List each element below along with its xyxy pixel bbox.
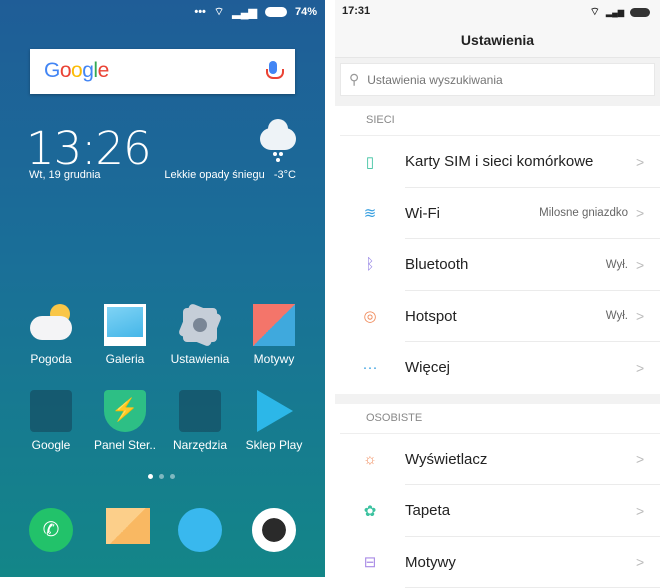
settings-row-more[interactable]: ···Więcej > [335,342,660,394]
sim-icon: ▯ [335,153,405,171]
weather-text[interactable]: Lekkie opady śniegu -3°C [164,169,296,181]
row-label: Karty SIM i sieci komórkowe [405,153,628,170]
settings-screen: 17:31 ⌔▂▄▆ Ustawienia ⚲ SIECI▯Karty SIM … [335,0,660,577]
app-galeria[interactable]: Galeria [85,304,165,366]
chevron-right-icon: > [636,360,660,376]
page-title: Ustawienia [335,25,660,58]
page-indicator [148,474,175,479]
tools-folder-icon [179,390,221,432]
clock-date: Wt, 19 grudnia [29,169,101,181]
row-label: Wyświetlacz [405,451,628,468]
snow-cloud-icon [260,128,296,150]
messages-icon[interactable] [106,508,150,544]
app-ustawienia[interactable]: Ustawienia [160,304,240,366]
signal-icon: ▂▄▆ [606,8,624,17]
clock-time[interactable]: 13:26 [26,122,151,175]
themes-icon: ⊟ [335,553,405,571]
wifi-icon: ⌔ [214,5,224,19]
battery-percent: 74% [295,6,317,18]
security-shield-icon: ⚡ [104,390,146,432]
settings-gear-icon [179,304,221,346]
battery-icon [630,8,650,17]
themes-app-icon [253,304,295,346]
gallery-icon [104,304,146,346]
wifi-icon: ≋ [335,204,405,222]
row-label: Hotspot [405,308,606,325]
status-bar: ••• ⌔ ▂▄▆ 74% [194,5,317,19]
settings-row-hotspot[interactable]: ◎HotspotWył. > [335,291,660,343]
chevron-right-icon: > [636,451,660,467]
chevron-right-icon: > [636,554,660,570]
microphone-icon[interactable] [269,61,277,74]
search-icon: ⚲ [349,71,359,88]
app-pogoda[interactable]: Pogoda [11,304,91,366]
camera-icon[interactable] [252,508,296,552]
google-search-bar[interactable]: Google [30,49,295,94]
section-header: OSOBISTE [340,404,660,434]
settings-search[interactable]: ⚲ [340,63,655,96]
home-screen: ••• ⌔ ▂▄▆ 74% Google 13:26 Wt, 19 grudni… [0,0,325,577]
chevron-right-icon: > [636,205,660,221]
chevron-right-icon: > [636,503,660,519]
chevron-right-icon: > [636,154,660,170]
hotspot-icon: ◎ [335,307,405,325]
row-label: Bluetooth [405,256,606,273]
display-icon: ☼ [335,451,405,468]
settings-row-display[interactable]: ☼Wyświetlacz > [335,434,660,486]
more-icon: ••• [194,6,206,18]
settings-row-themes[interactable]: ⊟Motywy > [335,537,660,588]
row-value: Wył. [606,259,628,271]
chevron-right-icon: > [636,257,660,273]
app-panel-sterowania[interactable]: ⚡Panel Ster.. [85,390,165,452]
wifi-icon: ⌔ [590,5,600,19]
snowflakes-icon [273,152,277,156]
status-bar: 17:31 ⌔ ▂▄▆ [335,0,660,25]
wallpaper-icon: ✿ [335,502,405,520]
row-value: Wył. [606,310,628,322]
play-store-icon [253,390,295,432]
status-time: 17:31 [342,5,370,17]
google-folder-icon [30,390,72,432]
chevron-right-icon: > [636,308,660,324]
settings-row-bluetooth[interactable]: ᛒBluetoothWył. > [335,239,660,291]
row-label: Więcej [405,359,628,376]
weather-app-icon [30,304,72,346]
phone-icon[interactable]: ✆ [29,508,73,552]
more-icon: ··· [335,359,405,376]
row-label: Wi-Fi [405,205,539,222]
app-motywy[interactable]: Motywy [234,304,314,366]
settings-row-wifi[interactable]: ≋Wi-FiMilosne gniazdko > [335,188,660,240]
browser-icon[interactable] [178,508,222,552]
bluetooth-icon: ᛒ [335,256,405,273]
signal-icon: ▂▄▆ [232,6,257,19]
settings-row-sim[interactable]: ▯Karty SIM i sieci komórkowe > [335,136,660,188]
search-input[interactable] [367,73,617,87]
battery-icon [265,7,287,17]
folder-google[interactable]: Google [11,390,91,452]
folder-narzedzia[interactable]: Narzędzia [160,390,240,452]
section-header: SIECI [340,106,660,136]
settings-row-wallpaper[interactable]: ✿Tapeta > [335,485,660,537]
row-label: Tapeta [405,502,628,519]
row-value: Milosne gniazdko [539,207,628,219]
section-divider [335,394,660,404]
row-label: Motywy [405,554,628,571]
google-logo: Google [44,59,109,83]
app-sklep-play[interactable]: Sklep Play [234,390,314,452]
